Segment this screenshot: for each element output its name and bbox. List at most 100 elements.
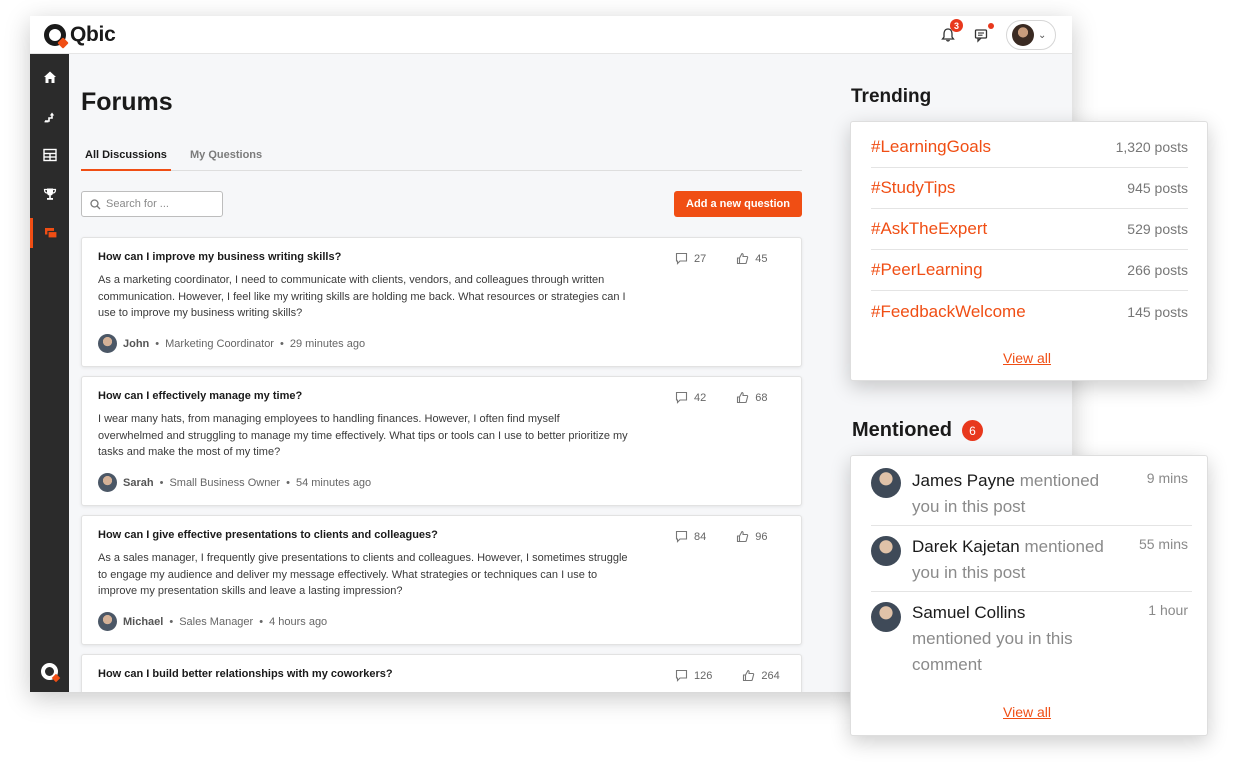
tab-all-discussions[interactable]: All Discussions: [81, 147, 171, 171]
sidebar-item-career[interactable]: [30, 101, 69, 131]
mention-author[interactable]: James Payne: [912, 471, 1015, 490]
qbic-logo-icon: [44, 24, 66, 46]
sidebar-item-forums[interactable]: [30, 218, 69, 248]
trending-post-count: 145 posts: [1127, 303, 1188, 320]
like-count-value: 264: [761, 669, 780, 682]
mention-item[interactable]: James Payne mentioned you in this post 9…: [871, 456, 1192, 526]
post-body: I wear many hats, from managing employee…: [98, 413, 628, 458]
thumbs-up-icon: [737, 391, 749, 404]
post-card[interactable]: How can I build better relationships wit…: [81, 654, 802, 692]
avatar[interactable]: [871, 536, 901, 566]
sidebar-logo-icon: [41, 663, 58, 680]
author-role: Marketing Coordinator: [165, 337, 274, 350]
like-count[interactable]: 96: [736, 530, 768, 543]
search-input[interactable]: [106, 198, 216, 210]
post-card[interactable]: How can I effectively manage my time? 42…: [81, 376, 802, 506]
unread-dot: [988, 23, 994, 29]
thumbs-up-icon: [737, 530, 749, 543]
brand-logo[interactable]: Qbic: [44, 23, 116, 47]
trending-post-count: 1,320 posts: [1115, 139, 1188, 155]
like-count[interactable]: 264: [742, 669, 780, 682]
mention-item[interactable]: Samuel Collins mentioned you in this com…: [871, 592, 1192, 682]
avatar[interactable]: [871, 468, 901, 498]
post-title[interactable]: How can I effectively manage my time?: [98, 390, 302, 402]
forums-icon: [45, 228, 58, 239]
notification-count-badge: 3: [950, 19, 963, 32]
post-title[interactable]: How can I give effective presentations t…: [98, 529, 438, 541]
mention-time: 55 mins: [1138, 536, 1188, 552]
meta-separator: •: [279, 337, 284, 350]
mention-text: Samuel Collins mentioned you in this com…: [912, 600, 1102, 678]
trending-card: #LearningGoals 1,320 posts #StudyTips 94…: [850, 121, 1208, 381]
post-stats: 42 68: [675, 391, 768, 404]
career-path-icon: [44, 112, 54, 123]
trending-post-count: 945 posts: [1127, 180, 1188, 196]
bell-icon[interactable]: 3: [938, 19, 963, 45]
trending-item[interactable]: #FeedbackWelcome 145 posts: [871, 291, 1188, 332]
post-card[interactable]: How can I give effective presentations t…: [81, 515, 802, 645]
post-stats: 27 45: [675, 252, 768, 265]
thumbs-up-icon: [743, 669, 755, 682]
profile-menu[interactable]: ⌄: [1006, 20, 1056, 50]
add-question-button[interactable]: Add a new question: [674, 191, 802, 217]
mentioned-title: Mentioned: [852, 419, 952, 441]
post-card[interactable]: How can I improve my business writing sk…: [81, 237, 802, 367]
like-count[interactable]: 45: [736, 252, 768, 265]
mentioned-count-badge: 6: [962, 420, 983, 441]
author-name[interactable]: John: [123, 338, 149, 350]
post-body: As a marketing coordinator, I need to co…: [98, 274, 626, 319]
chat-icon[interactable]: [972, 23, 994, 45]
like-count[interactable]: 68: [736, 391, 768, 404]
trending-tag[interactable]: #AskTheExpert: [871, 219, 987, 239]
author-role: Sales Manager: [179, 615, 254, 628]
post-meta: Michael • Sales Manager • 4 hours ago: [98, 612, 327, 631]
search-icon: [90, 198, 101, 209]
post-time: 4 hours ago: [269, 615, 328, 628]
post-time: 29 minutes ago: [289, 337, 366, 350]
comment-icon: [675, 391, 688, 404]
mentioned-heading: Mentioned 6: [852, 419, 983, 442]
trending-tag[interactable]: #FeedbackWelcome: [871, 302, 1026, 322]
trending-tag[interactable]: #PeerLearning: [871, 260, 983, 280]
user-avatar: [1012, 24, 1034, 46]
tab-my-questions[interactable]: My Questions: [186, 147, 266, 171]
mention-time: 1 hour: [1148, 602, 1188, 618]
avatar[interactable]: [871, 602, 901, 632]
trending-item[interactable]: #PeerLearning 266 posts: [871, 250, 1188, 291]
post-meta: John • Marketing Coordinator • 29 minute…: [98, 334, 365, 353]
trending-post-count: 266 posts: [1127, 262, 1188, 278]
trending-item[interactable]: #AskTheExpert 529 posts: [871, 209, 1188, 250]
post-meta: Sarah • Small Business Owner • 54 minute…: [98, 473, 371, 492]
sidebar-item-dashboard[interactable]: [30, 140, 69, 170]
post-stats: 126 264: [675, 669, 780, 682]
trending-view-all-link[interactable]: View all: [1003, 350, 1051, 366]
comment-count[interactable]: 126: [675, 669, 712, 682]
trending-item[interactable]: #StudyTips 945 posts: [871, 168, 1188, 209]
trending-item[interactable]: #LearningGoals 1,320 posts: [871, 127, 1188, 168]
comment-count[interactable]: 27: [675, 252, 706, 265]
post-title[interactable]: How can I build better relationships wit…: [98, 668, 393, 680]
comment-count[interactable]: 84: [675, 530, 706, 543]
meta-separator: •: [159, 476, 164, 489]
comment-count[interactable]: 42: [675, 391, 706, 404]
mentioned-view-all-link[interactable]: View all: [1003, 704, 1051, 720]
avatar[interactable]: [98, 473, 117, 492]
trending-tag[interactable]: #LearningGoals: [871, 137, 991, 157]
avatar[interactable]: [98, 612, 117, 631]
trending-tag[interactable]: #StudyTips: [871, 178, 955, 198]
like-count-value: 68: [755, 391, 768, 404]
author-name[interactable]: Sarah: [123, 477, 154, 489]
sidebar-item-home[interactable]: [30, 62, 69, 92]
top-bar: Qbic 3 ⌄: [30, 16, 1072, 54]
post-title[interactable]: How can I improve my business writing sk…: [98, 251, 341, 263]
sidebar-item-achievements[interactable]: [30, 179, 69, 209]
mention-item[interactable]: Darek Kajetan mentioned you in this post…: [871, 526, 1192, 592]
mention-description: mentioned you in this comment: [912, 629, 1073, 674]
comment-count-value: 42: [694, 391, 707, 404]
trophy-icon: [43, 188, 56, 200]
avatar[interactable]: [98, 334, 117, 353]
mention-author[interactable]: Darek Kajetan: [912, 537, 1020, 556]
thumbs-up-icon: [737, 252, 749, 265]
author-name[interactable]: Michael: [123, 616, 163, 628]
mention-author[interactable]: Samuel Collins: [912, 603, 1025, 622]
